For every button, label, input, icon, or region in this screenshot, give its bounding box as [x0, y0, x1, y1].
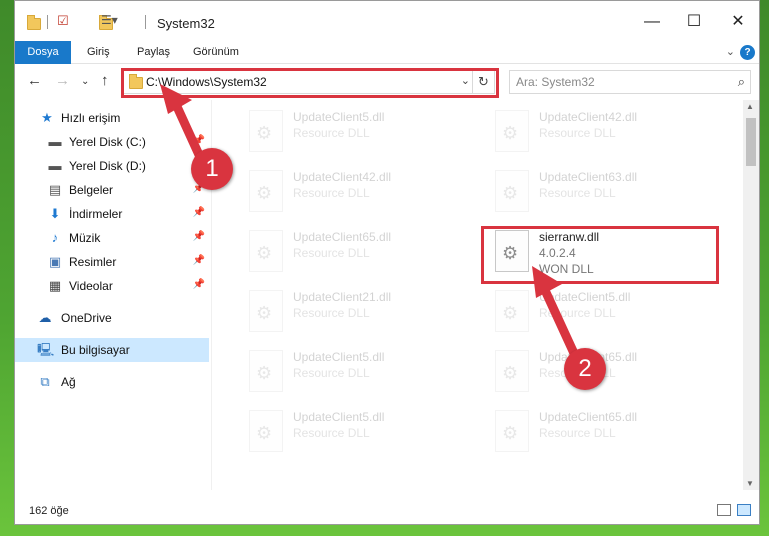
step-badge-2: 2 [564, 348, 606, 390]
arrow-2 [532, 266, 583, 367]
step-badge-1: 1 [191, 148, 233, 190]
annotation-overlay [160, 84, 583, 367]
